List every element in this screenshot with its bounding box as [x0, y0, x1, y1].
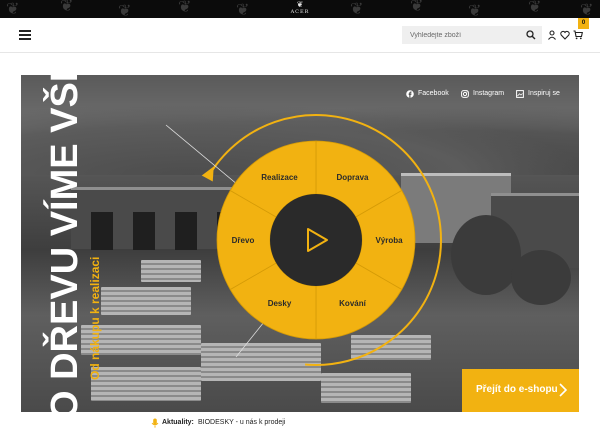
search-input[interactable] [402, 26, 522, 44]
maple-leaf-icon: ❦ [528, 0, 542, 16]
lumber-stack [141, 260, 201, 282]
inspire-icon [516, 90, 524, 98]
tree [511, 250, 571, 305]
maple-leaf-icon: ❦ [6, 0, 20, 18]
social-label: Instagram [473, 90, 505, 97]
search-box [402, 26, 542, 44]
microphone-icon [151, 418, 159, 428]
top-decor-bar: ❦ ❦ ❦ ❦ ❦ ❦ ❦ ❦ ❦ ❦ ❦ ACER [0, 0, 600, 18]
cta-label: Přejít do e-shopu [476, 384, 558, 395]
social-link-inspire[interactable]: Inspiruj se [516, 89, 566, 99]
brand-logo-text: ACER [290, 9, 310, 15]
maple-leaf-logo-icon: ❦ [296, 0, 304, 9]
hero-subtitle: Od nákupu k realizaci [88, 256, 102, 380]
social-label: Inspiruj se [528, 90, 560, 97]
heart-icon[interactable] [560, 30, 570, 40]
maple-leaf-icon: ❦ [580, 0, 594, 18]
lumber-stack [351, 335, 431, 360]
maple-leaf-icon: ❦ [236, 0, 250, 18]
maple-leaf-icon: ❦ [410, 0, 424, 15]
brand-logo[interactable]: ❦ ACER [286, 1, 314, 17]
maple-leaf-icon: ❦ [118, 1, 132, 19]
maple-leaf-icon: ❦ [60, 0, 74, 15]
hamburger-menu-icon[interactable] [19, 30, 31, 40]
maple-leaf-icon: ❦ [178, 0, 192, 16]
play-video-button[interactable] [294, 218, 338, 262]
instagram-icon [461, 90, 469, 98]
cart-count-badge: 0 [578, 18, 589, 29]
maple-leaf-icon: ❦ [350, 0, 364, 18]
go-to-eshop-button[interactable]: Přejít do e-shopu [462, 369, 579, 412]
social-link-instagram[interactable]: Instagram [461, 89, 509, 99]
news-link[interactable]: BIODESKY - u nás k prodeji [198, 417, 285, 429]
lumber-stack [321, 373, 411, 403]
tree [451, 215, 521, 295]
maple-leaf-icon: ❦ [468, 1, 482, 19]
cart-icon[interactable] [573, 30, 583, 40]
facebook-icon [406, 90, 414, 98]
social-link-facebook[interactable]: Facebook [406, 89, 454, 99]
lumber-stack [101, 287, 191, 315]
site-header: 0 [0, 18, 600, 53]
search-icon[interactable] [526, 30, 536, 40]
hero-title: O DŘEVU VÍME VŠE [44, 56, 86, 420]
social-label: Facebook [418, 90, 449, 97]
lumber-stack [91, 367, 201, 401]
lumber-stack [201, 343, 321, 381]
news-label: Aktuality: [162, 419, 194, 426]
chevron-right-icon [559, 383, 568, 397]
user-icon[interactable] [547, 30, 557, 40]
